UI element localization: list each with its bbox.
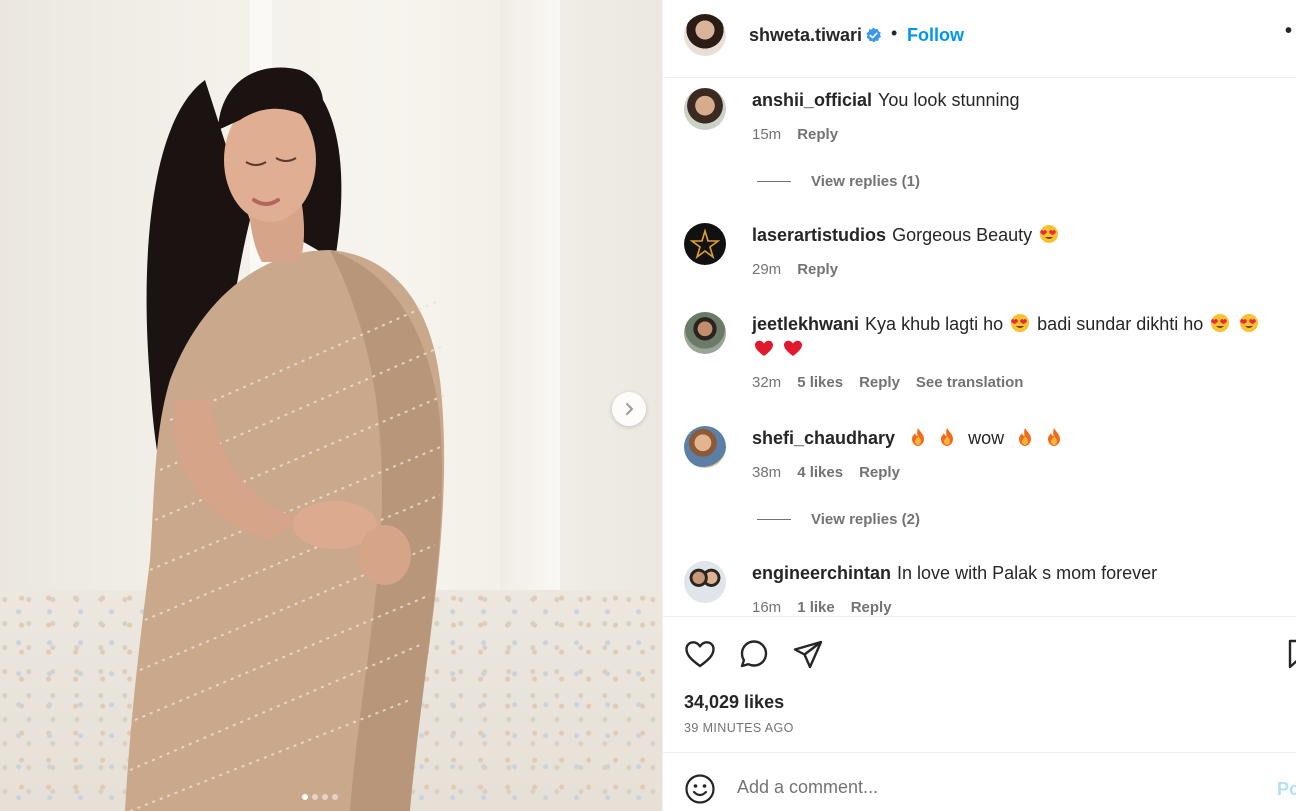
comment-meta: 38m 4 likes Reply: [752, 464, 900, 481]
comment-body: In love with Palak s mom forever: [897, 563, 1158, 583]
carousel-dot: [302, 794, 308, 800]
post-timestamp: 39 MINUTES AGO: [684, 721, 794, 735]
share-icon[interactable]: [791, 637, 825, 671]
comment-time: 15m: [752, 126, 782, 143]
verified-badge-icon: [866, 27, 881, 43]
follow-button[interactable]: Follow: [907, 25, 964, 46]
comment-body: wow: [968, 428, 1005, 448]
author-username[interactable]: shweta.tiwari: [749, 25, 862, 46]
comment-text: shefi_chaudhary wow: [752, 425, 1282, 451]
replies-line: [757, 181, 791, 182]
reply-button[interactable]: Reply: [797, 261, 838, 278]
smile-icon[interactable]: [684, 773, 716, 805]
post-media: [0, 0, 662, 811]
commenter-username[interactable]: laserartistudios: [752, 225, 886, 245]
view-replies-label: View replies (1): [811, 173, 920, 190]
carousel-indicator: [302, 794, 338, 800]
heart-eyes-emoji-icon: [1011, 314, 1030, 332]
comment-likes[interactable]: 4 likes: [797, 464, 843, 481]
view-replies-button[interactable]: View replies (2): [757, 511, 920, 528]
post-comment-button[interactable]: Po: [1277, 779, 1296, 800]
comment-text: engineerchintan In love with Palak s mom …: [752, 560, 1282, 586]
author-avatar[interactable]: [684, 14, 726, 56]
reply-button[interactable]: Reply: [859, 464, 900, 481]
fire-emoji-icon: [1019, 428, 1032, 446]
view-replies-label: View replies (2): [811, 511, 920, 528]
comment-meta: 15m Reply: [752, 126, 838, 143]
comment-likes[interactable]: 5 likes: [797, 374, 843, 391]
bookmark-icon[interactable]: [1283, 637, 1296, 671]
comment-composer: Po: [663, 752, 1296, 811]
commenter-username[interactable]: shefi_chaudhary: [752, 428, 895, 448]
commenter-avatar[interactable]: [684, 312, 726, 354]
reply-button[interactable]: Reply: [797, 126, 838, 143]
heart-eyes-emoji-icon: [1240, 314, 1259, 332]
comment-meta: 32m 5 likes Reply See translation: [752, 374, 1023, 391]
fire-emoji-icon: [941, 428, 954, 446]
red-heart-emoji-icon: [755, 340, 773, 356]
next-image-button[interactable]: [612, 392, 646, 426]
post-side-panel: shweta.tiwari • Follow • anshii_official…: [662, 0, 1296, 811]
post-header: shweta.tiwari • Follow •: [663, 0, 1296, 78]
heart-eyes-emoji-icon: [1040, 225, 1059, 243]
fire-emoji-icon: [912, 428, 925, 446]
post-actions: [663, 616, 1296, 692]
more-options-button[interactable]: •: [1285, 20, 1292, 43]
commenter-username[interactable]: anshii_official: [752, 90, 872, 110]
comment-likes[interactable]: 1 like: [797, 599, 835, 615]
carousel-dot: [322, 794, 328, 800]
reply-button[interactable]: Reply: [851, 599, 892, 615]
comment-body: You look stunning: [878, 90, 1020, 110]
red-heart-emoji-icon: [784, 340, 803, 356]
comment-meta: 29m Reply: [752, 261, 838, 278]
comment-body: Gorgeous Beauty: [892, 225, 1033, 245]
star-logo-icon: [689, 228, 721, 260]
comment-input[interactable]: [737, 777, 1257, 798]
comment-time: 16m: [752, 599, 782, 615]
chevron-right-icon: [626, 403, 633, 415]
carousel-dot: [312, 794, 318, 800]
comment-body: Kya khub lagti ho: [865, 314, 1004, 334]
fire-emoji-icon: [1048, 428, 1061, 446]
commenter-avatar[interactable]: [684, 561, 726, 603]
commenter-avatar[interactable]: [684, 223, 726, 265]
like-count[interactable]: 34,029 likes: [684, 692, 784, 713]
post-photo-figure: [125, 67, 446, 811]
comment-time: 29m: [752, 261, 782, 278]
comment-list[interactable]: anshii_official You look stunning 15m Rep…: [663, 78, 1296, 615]
comment-text: jeetlekhwani Kya khub lagti ho badi sunda…: [752, 311, 1282, 363]
reply-button[interactable]: Reply: [859, 374, 900, 391]
comment-body-continued: badi sundar dikhti ho: [1037, 314, 1204, 334]
comment-icon[interactable]: [737, 637, 771, 671]
comment-meta: 16m 1 like Reply: [752, 599, 892, 615]
view-replies-button[interactable]: View replies (1): [757, 173, 920, 190]
comment-text: laserartistudios Gorgeous Beauty: [752, 222, 1282, 248]
replies-line: [757, 519, 791, 520]
heart-eyes-emoji-icon: [1211, 314, 1230, 332]
commenter-username[interactable]: engineerchintan: [752, 563, 891, 583]
carousel-dot: [332, 794, 338, 800]
commenter-username[interactable]: jeetlekhwani: [752, 314, 859, 334]
comment-text: anshii_official You look stunning: [752, 87, 1282, 113]
comment-time: 38m: [752, 464, 782, 481]
commenter-avatar[interactable]: [684, 88, 726, 130]
heart-icon[interactable]: [683, 637, 717, 671]
header-separator: •: [891, 23, 898, 43]
commenter-avatar[interactable]: [684, 426, 726, 468]
comment-time: 32m: [752, 374, 782, 391]
see-translation-button[interactable]: See translation: [916, 374, 1024, 391]
